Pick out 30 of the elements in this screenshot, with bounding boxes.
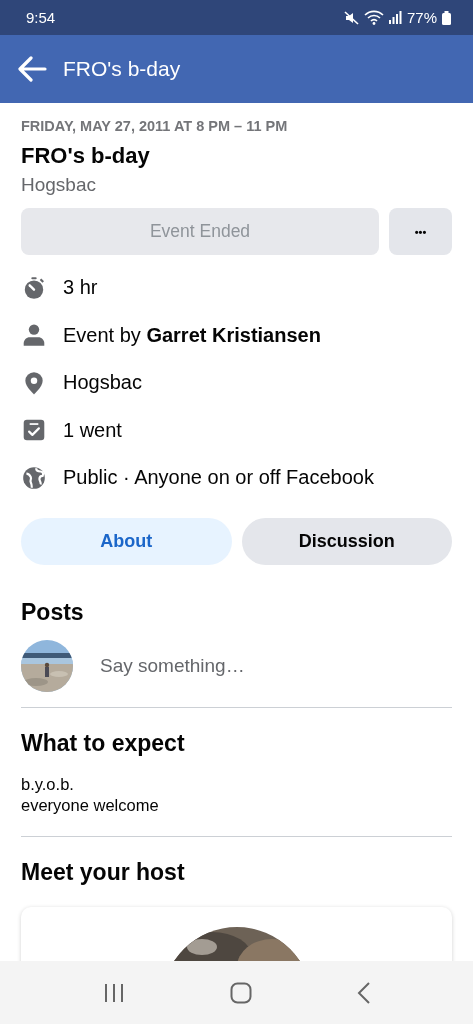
description-line: b.y.o.b. bbox=[21, 773, 75, 795]
detail-text: Public · Anyone on or off Facebook bbox=[63, 466, 374, 490]
section-heading: Meet your host bbox=[21, 858, 186, 886]
more-button[interactable]: ••• bbox=[389, 208, 452, 255]
event-date: FRIDAY, MAY 27, 2011 AT 8 PM – 11 PM bbox=[21, 118, 289, 134]
section-heading: Posts bbox=[21, 598, 85, 626]
detail-text: Hogsbac bbox=[63, 371, 142, 395]
signal-icon bbox=[388, 11, 402, 24]
wifi-icon bbox=[363, 10, 384, 25]
app-bar-title: FRO's b-day bbox=[63, 57, 181, 81]
tab[interactable]: Discussion bbox=[241, 517, 452, 565]
tab[interactable]: About bbox=[21, 517, 232, 565]
person-icon bbox=[21, 322, 47, 349]
section-heading: What to expect bbox=[21, 729, 186, 757]
detail-text: Event by Garret Kristiansen bbox=[63, 323, 321, 347]
globe-icon bbox=[21, 464, 47, 491]
recent-apps-icon[interactable] bbox=[102, 982, 125, 1003]
clock-time: 9:54 bbox=[26, 9, 57, 26]
battery-percent: 77% bbox=[406, 9, 437, 26]
home-icon[interactable] bbox=[229, 981, 252, 1004]
muted-speaker-icon bbox=[343, 10, 359, 25]
detail-text: 1 went bbox=[63, 418, 122, 442]
description-line: everyone welcome bbox=[21, 794, 160, 816]
event-place: Hogsbac bbox=[21, 174, 97, 196]
back-arrow-icon[interactable] bbox=[17, 56, 47, 82]
back-icon[interactable] bbox=[356, 981, 371, 1004]
battery-icon bbox=[442, 10, 451, 25]
event-title: FRO's b-day bbox=[21, 143, 151, 169]
detail-text: 3 hr bbox=[63, 276, 98, 300]
post-input-field[interactable]: Say something… bbox=[100, 654, 452, 677]
